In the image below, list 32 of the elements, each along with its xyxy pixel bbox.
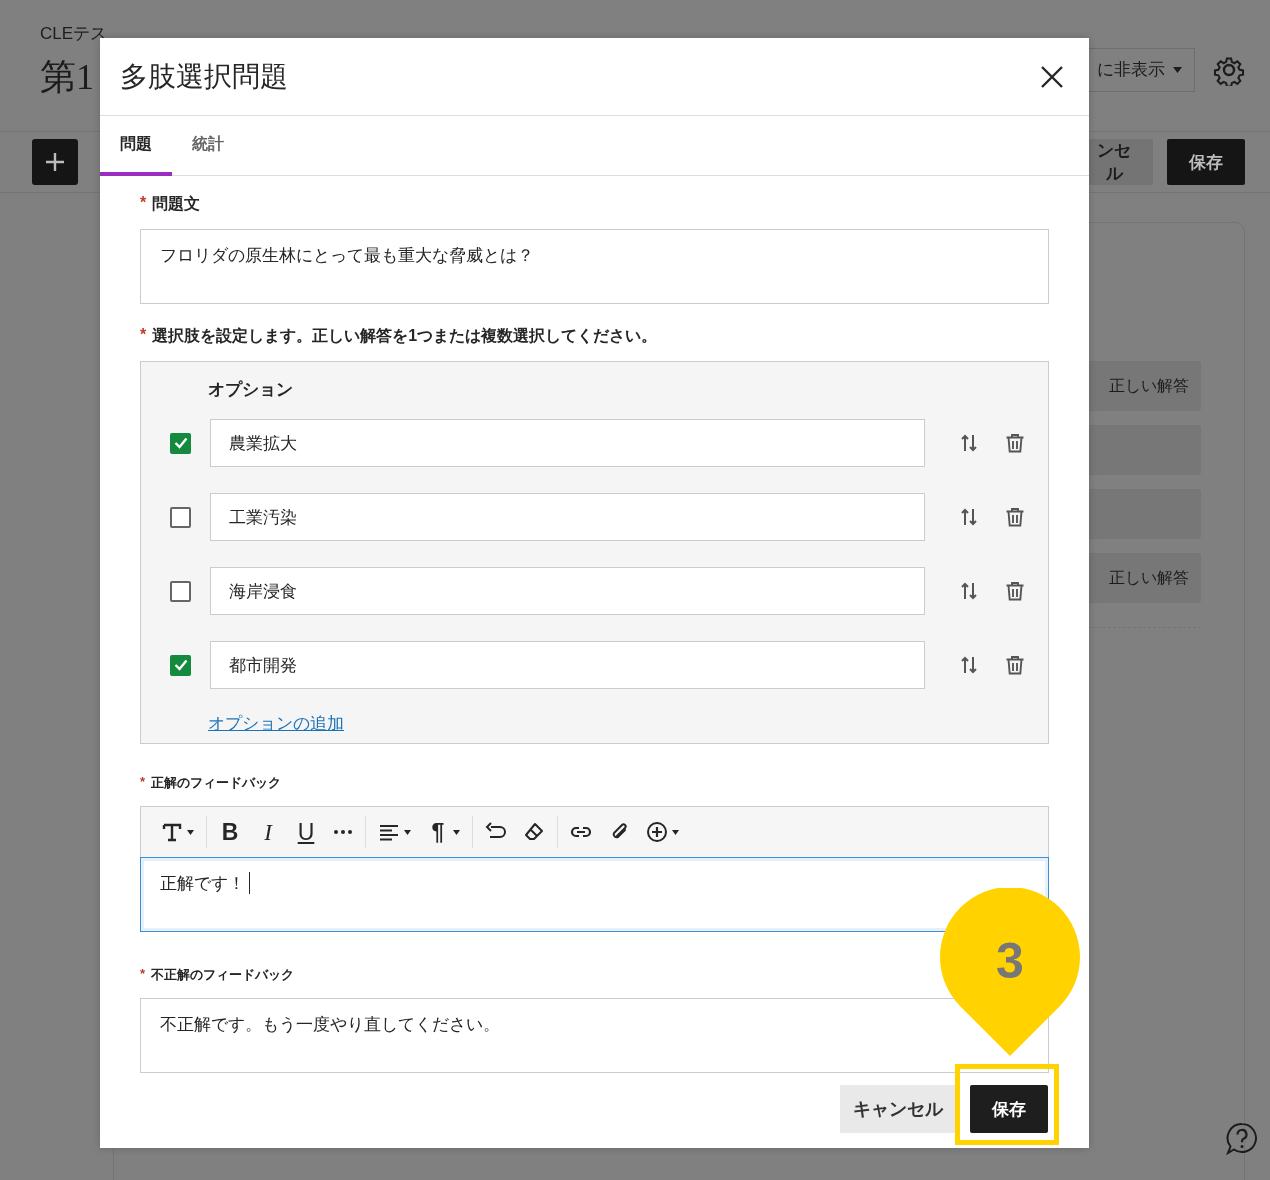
- feedback-editor[interactable]: 正解です！: [140, 857, 1049, 932]
- option-field[interactable]: 都市開発: [210, 641, 925, 689]
- options-heading: オプション: [208, 379, 293, 401]
- cancel-button[interactable]: キャンセル: [840, 1085, 956, 1133]
- option-field[interactable]: 農業拡大: [210, 419, 925, 467]
- option-field[interactable]: 海岸浸食: [210, 567, 925, 615]
- question-field[interactable]: フロリダの原生林にとって最も重大な脅威とは？: [140, 229, 1049, 304]
- required-mark: *: [140, 326, 147, 345]
- dialog-title: 多肢選択問題: [120, 59, 288, 94]
- field-label: 不正解のフィードバック: [151, 966, 295, 984]
- paragraph-button[interactable]: ¶: [421, 816, 466, 848]
- italic-button[interactable]: I: [251, 816, 285, 848]
- tab[interactable]: 問題: [100, 116, 172, 176]
- required-mark: *: [140, 194, 147, 213]
- row-label: 正しい解答: [1109, 375, 1189, 396]
- tab[interactable]: 統計: [172, 116, 244, 176]
- underline-button[interactable]: U: [289, 816, 323, 848]
- required-mark: *: [140, 774, 146, 791]
- cancel-button[interactable]: ンセル: [1089, 139, 1153, 185]
- step-number: 3: [995, 932, 1025, 990]
- course-name: CLEテス: [40, 23, 108, 45]
- row-label: 正しい解答: [1109, 567, 1189, 588]
- field-label: 選択肢を設定します。正しい解答を1つまたは複数選択してください。: [152, 326, 658, 346]
- required-mark: *: [140, 966, 146, 983]
- field-label: 問題文: [152, 194, 201, 214]
- page-title: 第1: [40, 56, 95, 99]
- save-button[interactable]: 保存: [1167, 139, 1245, 185]
- bold-button[interactable]: B: [213, 816, 247, 848]
- option-field[interactable]: 工業汚染: [210, 493, 925, 541]
- add-option-link[interactable]: オプションの追加: [208, 712, 344, 735]
- save-button[interactable]: 保存: [970, 1085, 1048, 1133]
- field-label: 正解のフィードバック: [151, 774, 282, 792]
